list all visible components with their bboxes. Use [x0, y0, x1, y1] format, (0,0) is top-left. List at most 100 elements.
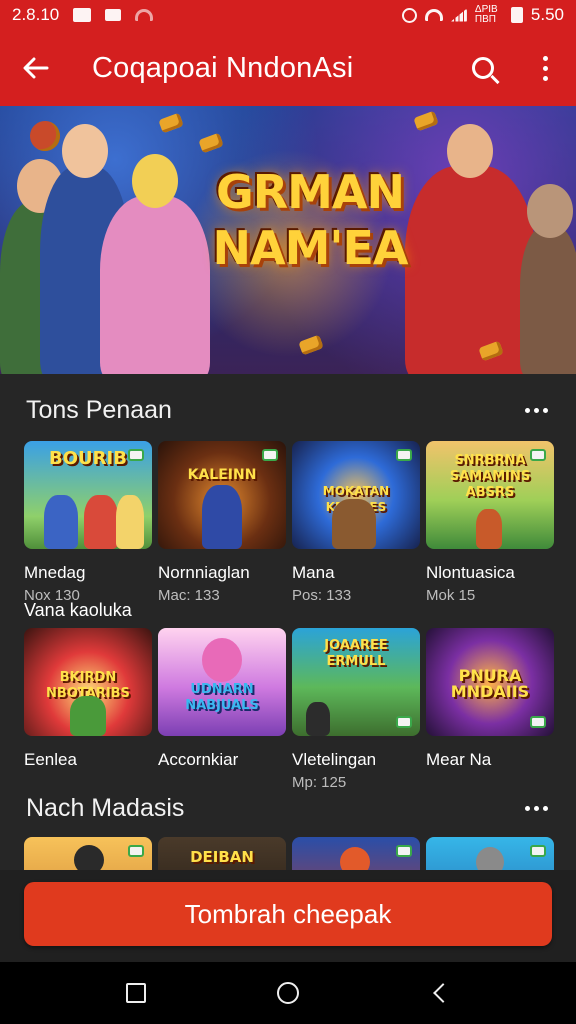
network-label: ΔΡΙΒ ΠΒΠ — [474, 4, 498, 25]
status-clock: 5.50 — [530, 5, 564, 24]
character-figure — [84, 495, 118, 549]
game-thumbnail: BKIRDN NBOTARIBS — [24, 628, 152, 736]
banner-title-line2: NAM'EA — [212, 221, 409, 275]
game-card[interactable]: KALEINN Nornniaglan Mac: 133 — [158, 441, 286, 604]
game-thumbnail: SNRBRNA SAMAMINS ABSRS — [426, 441, 554, 549]
coin-icon — [198, 132, 224, 154]
game-name: Vletelingan — [292, 750, 377, 769]
game-card[interactable]: BKIRDN NBOTARIBS Eenlea — [24, 628, 152, 791]
badge-icon — [396, 449, 412, 461]
home-button[interactable] — [258, 962, 318, 1024]
featured-banner[interactable]: GRMAN NAM'EA — [0, 106, 576, 374]
mail-icon — [105, 9, 122, 21]
section-more-button[interactable] — [523, 398, 550, 423]
game-card[interactable]: PNURA MNDAIIS Mear Na — [426, 628, 554, 791]
badge-icon — [128, 449, 144, 461]
game-card[interactable] — [426, 837, 554, 870]
game-thumbnail: DEIBAN — [158, 837, 286, 870]
game-thumbnail: MOKATAN KEFANES — [292, 441, 420, 549]
game-card[interactable]: BOURIB Mnedag Nox 130 — [24, 441, 152, 604]
game-card[interactable]: JOAAREE ERMULL Vletelingan Mp: 125 — [292, 628, 420, 791]
search-button[interactable] — [452, 30, 514, 106]
character-figure — [116, 495, 144, 549]
cell-signal-icon — [450, 8, 467, 22]
game-row: DEIBAN — [24, 837, 554, 870]
badge-icon — [530, 449, 546, 461]
section-more-button[interactable] — [523, 796, 550, 821]
game-name: Nlontuasica — [426, 563, 515, 582]
character-figure — [476, 847, 504, 870]
character-figure — [332, 499, 376, 549]
back-button[interactable] — [0, 30, 72, 106]
banner-character — [520, 184, 576, 374]
coin-icon — [25, 116, 65, 156]
primary-action-button[interactable]: Tombrah cheepak — [24, 882, 552, 946]
bottom-action-bar: Tombrah cheepak — [0, 870, 576, 962]
notification-icon — [73, 8, 92, 22]
system-nav-bar — [0, 962, 576, 1024]
battery-icon — [510, 7, 523, 23]
game-card[interactable]: SNRBRNA SAMAMINS ABSRS Nlontuasica Mok 1… — [426, 441, 554, 604]
badge-icon — [128, 845, 144, 857]
thumbnail-title: PNURA MNDAIIS — [450, 666, 530, 701]
wifi-signal-icon — [424, 9, 443, 21]
section-header: Tons Penaan — [0, 380, 576, 440]
game-thumbnail: PNURA MNDAIIS — [426, 628, 554, 736]
game-row: BOURIB Mnedag Nox 130 KALEINN Nornniagla… — [24, 441, 554, 604]
thumbnail-title: JOAAREE ERMULL — [324, 638, 388, 669]
game-thumbnail — [24, 837, 152, 870]
recents-button[interactable] — [106, 962, 166, 1024]
game-meta: Mac: 133 — [158, 587, 220, 604]
banner-character — [100, 154, 210, 374]
badge-icon — [262, 449, 278, 461]
section-header: Nach Madasis — [0, 778, 576, 838]
character-figure — [476, 509, 502, 549]
character-figure — [340, 847, 370, 870]
square-icon — [126, 983, 146, 1003]
game-card[interactable] — [24, 837, 152, 870]
status-time: 2.8.10 — [12, 5, 60, 24]
system-back-button[interactable] — [410, 962, 470, 1024]
circle-icon — [277, 982, 299, 1004]
character-figure — [306, 702, 330, 736]
game-name: Nornniaglan — [158, 563, 250, 582]
character-figure — [44, 495, 78, 549]
game-card[interactable]: UDNARN NABJUALS Accornkiar — [158, 628, 286, 791]
badge-icon — [530, 845, 546, 857]
game-meta: Pos: 133 — [292, 587, 352, 604]
banner-character — [405, 124, 535, 374]
banner-title: GRMAN NAM'EA — [205, 164, 415, 276]
wifi-icon — [135, 9, 154, 21]
game-card[interactable]: DEIBAN — [158, 837, 286, 870]
badge-icon — [530, 716, 546, 728]
game-name: Mana — [292, 563, 335, 582]
game-thumbnail: JOAAREE ERMULL — [292, 628, 420, 736]
app-bar: Coqapoai NndonAsi — [0, 30, 576, 106]
more-vert-icon — [542, 55, 548, 81]
character-figure — [74, 845, 104, 870]
game-card[interactable]: MOKATAN KEFANES Mana Pos: 133 — [292, 441, 420, 604]
chevron-left-icon — [433, 983, 453, 1003]
coin-icon — [158, 112, 184, 134]
status-bar: 2.8.10 ΔΡΙΒ ΠΒΠ 5.50 — [0, 0, 576, 30]
arrow-left-icon — [23, 57, 49, 79]
alarm-icon — [401, 7, 417, 23]
game-name: Mnedag — [24, 563, 86, 582]
game-name: Eenlea — [24, 750, 77, 769]
game-meta: Mok 15 — [426, 587, 476, 604]
badge-icon — [396, 716, 412, 728]
character-figure — [202, 638, 242, 682]
game-card[interactable] — [292, 837, 420, 870]
game-name: Accornkiar — [158, 750, 239, 769]
search-icon — [472, 57, 494, 79]
game-thumbnail: UDNARN NABJUALS — [158, 628, 286, 736]
row-label: Vana kaoluka — [24, 600, 132, 620]
thumbnail-title: UDNARN NABJUALS — [185, 682, 259, 713]
overflow-menu-button[interactable] — [514, 30, 576, 106]
game-thumbnail — [292, 837, 420, 870]
game-thumbnail: KALEINN — [158, 441, 286, 549]
character-figure — [202, 485, 242, 549]
game-row: BKIRDN NBOTARIBS Eenlea UDNARN NABJUALS … — [24, 628, 554, 791]
character-figure — [70, 696, 106, 736]
thumbnail-title: DEIBAN — [190, 848, 254, 866]
